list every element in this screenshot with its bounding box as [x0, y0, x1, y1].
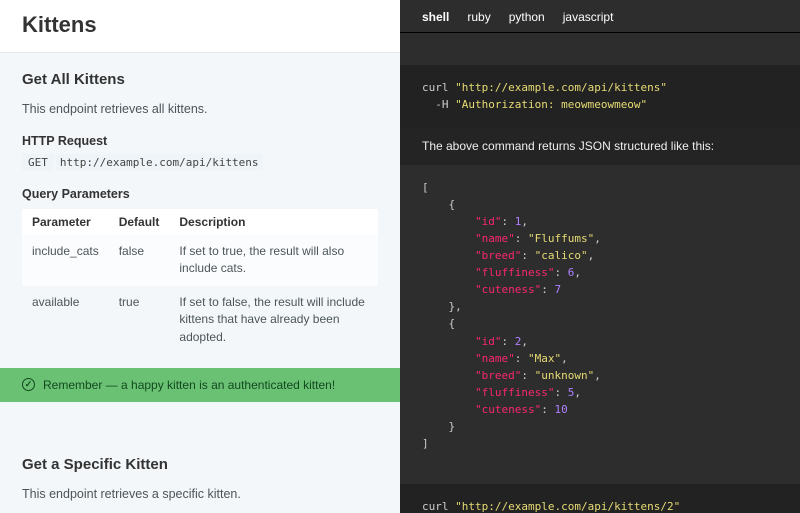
table-row: include_cats false If set to true, the r…	[22, 235, 378, 286]
tab-ruby[interactable]: ruby	[467, 10, 490, 24]
json-example: [ { "id": 1, "name": "Fluffums", "breed"…	[400, 165, 800, 466]
table-header: Parameter	[22, 209, 109, 235]
table-row: available true If set to false, the resu…	[22, 286, 378, 354]
param-default: true	[109, 286, 170, 354]
param-name: include_cats	[22, 235, 109, 286]
check-icon: ✓	[22, 378, 35, 391]
json-note-1: The above command returns JSON structure…	[400, 127, 800, 165]
http-request-line: GEThttp://example.com/api/kittens	[22, 156, 378, 169]
tab-javascript[interactable]: javascript	[563, 10, 614, 24]
language-tabs: shell ruby python javascript	[400, 0, 800, 33]
tab-python[interactable]: python	[509, 10, 545, 24]
http-request-label: HTTP Request	[0, 134, 400, 148]
page-title: Kittens	[0, 0, 400, 53]
param-default: false	[109, 235, 170, 286]
param-name: available	[22, 286, 109, 354]
success-notice: ✓ Remember — a happy kitten is an authen…	[0, 368, 400, 402]
code-right-pane: shell ruby python javascript curl "http:…	[400, 0, 800, 513]
curl-example-2: curl "http://example.com/api/kittens/2" …	[400, 484, 800, 513]
notice-text: Remember — a happy kitten is an authenti…	[43, 378, 335, 392]
table-header: Default	[109, 209, 170, 235]
param-desc: If set to true, the result will also inc…	[169, 235, 378, 286]
section-heading-get-one: Get a Specific Kitten	[0, 456, 400, 473]
param-desc: If set to false, the result will include…	[169, 286, 378, 354]
http-url: http://example.com/api/kittens	[56, 154, 263, 171]
section-desc-get-all: This endpoint retrieves all kittens.	[0, 102, 400, 116]
table-header: Description	[169, 209, 378, 235]
query-params-label: Query Parameters	[0, 187, 400, 201]
section-heading-get-all: Get All Kittens	[0, 71, 400, 88]
tab-shell[interactable]: shell	[422, 10, 449, 24]
section-desc-get-one: This endpoint retrieves a specific kitte…	[0, 487, 400, 501]
docs-left-pane: Kittens Get All Kittens This endpoint re…	[0, 0, 400, 513]
query-params-table: Parameter Default Description include_ca…	[22, 209, 378, 354]
http-verb: GET	[22, 154, 54, 171]
curl-example-1: curl "http://example.com/api/kittens" -H…	[400, 65, 800, 127]
